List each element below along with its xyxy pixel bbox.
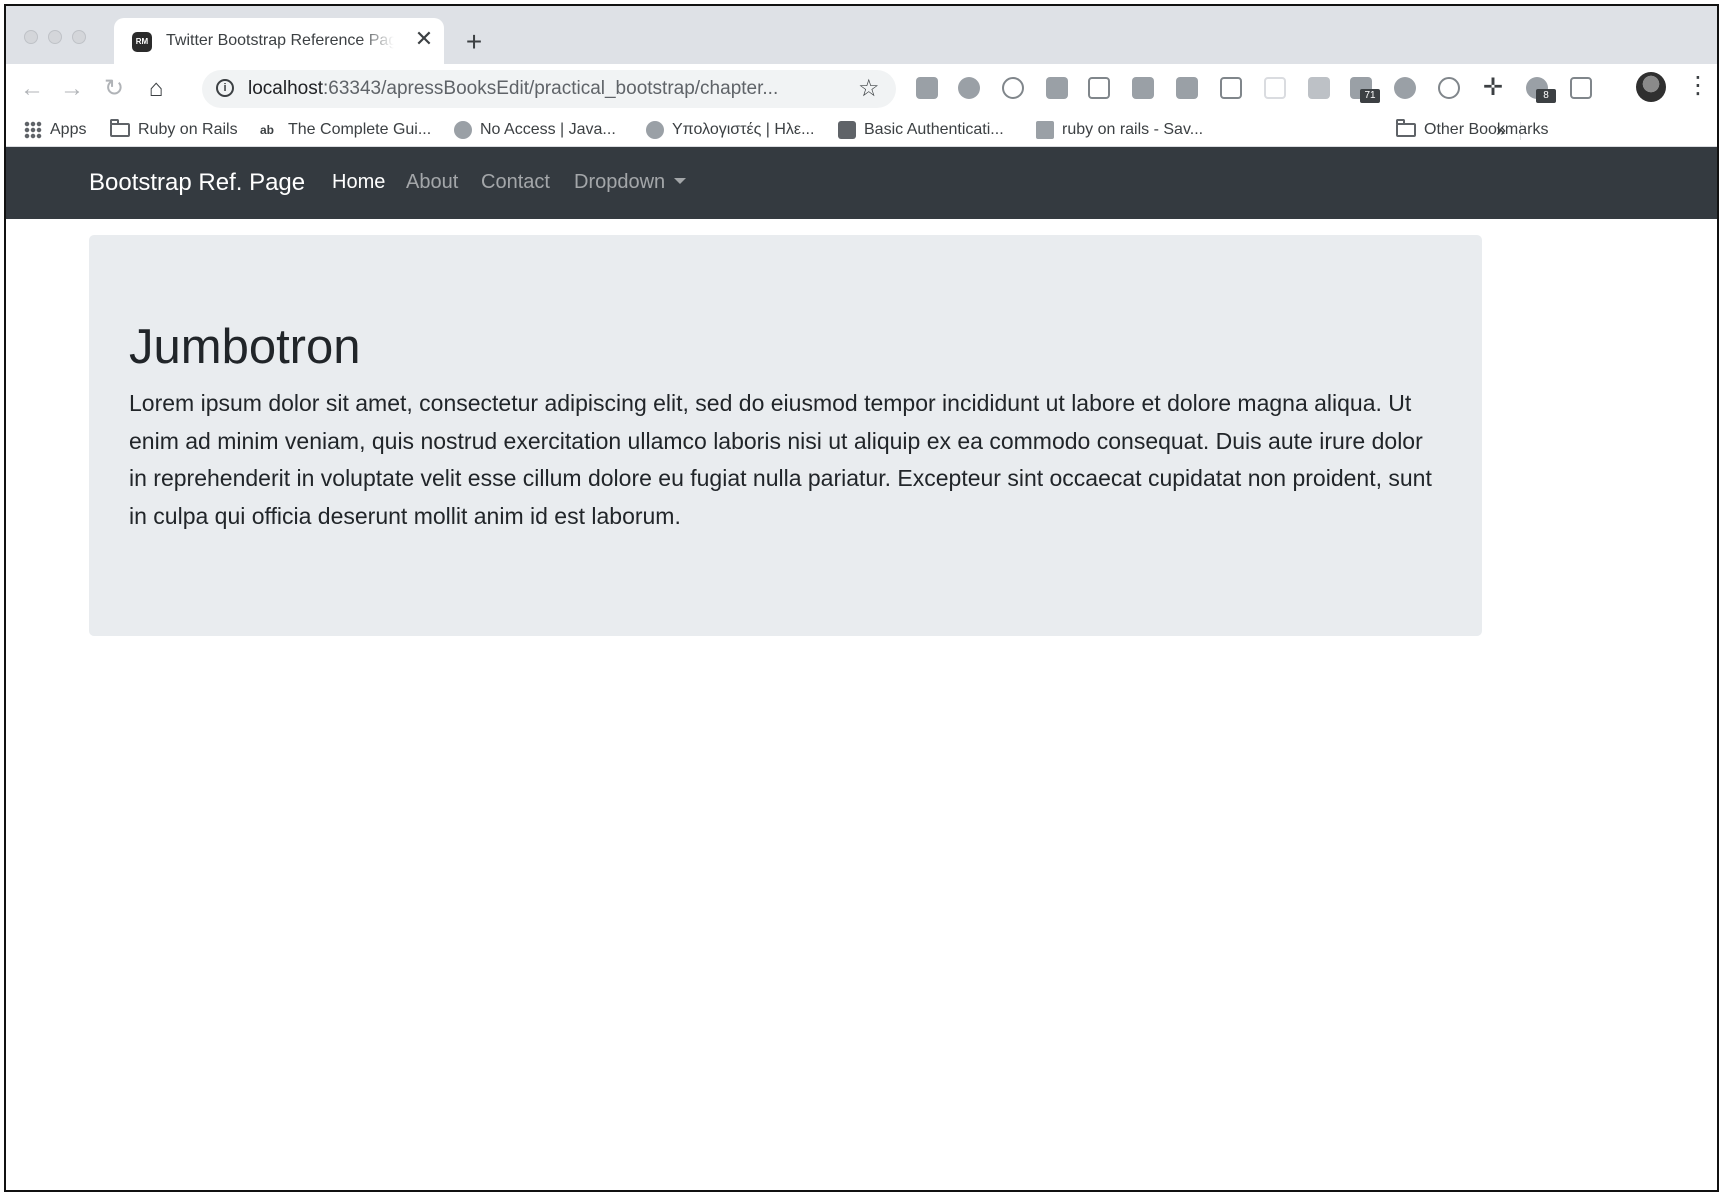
jumbotron: Jumbotron Lorem ipsum dolor sit amet, co…	[89, 235, 1482, 636]
tab-favicon-icon: RM	[132, 32, 152, 52]
jumbotron-text: Lorem ipsum dolor sit amet, consectetur …	[129, 390, 1432, 529]
at-extension-icon[interactable]: 8	[1526, 77, 1556, 103]
menu-kebab-icon[interactable]: ⋮	[1686, 72, 1710, 102]
bookmark-ruby-on-rails-so[interactable]: ruby on rails - Sav...	[1036, 117, 1203, 143]
bookmark-star-icon[interactable]: ☆	[858, 74, 880, 103]
cast-extension-icon[interactable]	[1220, 77, 1242, 99]
browser-window: RM Twitter Bootstrap Reference Page ✕ + …	[4, 4, 1719, 1192]
other-bookmarks-folder[interactable]: Other Bookmarks	[1396, 117, 1548, 143]
folder-icon	[1396, 118, 1416, 137]
browser-toolbar: ← → ↻ ⌂ i localhost:63343/apressBooksEdi…	[6, 64, 1717, 114]
nav-dropdown-toggle[interactable]: Dropdown	[574, 171, 687, 194]
bookmark-no-access[interactable]: No Access | Java...	[454, 117, 616, 143]
eyedropper-extension-icon[interactable]	[916, 77, 938, 99]
window-minimize-dot[interactable]	[48, 30, 62, 44]
blank-extension-icon[interactable]	[1264, 77, 1286, 99]
a-extension-icon[interactable]	[1438, 77, 1460, 99]
window-close-dot[interactable]	[24, 30, 38, 44]
back-arrow-icon[interactable]: ←	[16, 73, 48, 105]
parachute-favicon-icon	[646, 120, 664, 139]
reload-icon[interactable]: ↻	[98, 73, 130, 105]
settings-extension-icon[interactable]	[1088, 77, 1110, 99]
cube-favicon-icon	[838, 120, 856, 139]
address-bar[interactable]: i localhost:63343/apressBooksEdit/practi…	[202, 70, 896, 108]
nav-link-about[interactable]: About	[406, 171, 458, 194]
extension-badge: 71	[1360, 89, 1380, 103]
bookmark-basic-auth[interactable]: Basic Authenticati...	[838, 117, 1004, 143]
profile-avatar[interactable]	[1636, 72, 1666, 102]
url-text[interactable]: localhost:63343/apressBooksEdit/practica…	[248, 78, 808, 100]
home-icon[interactable]: ⌂	[140, 73, 172, 105]
sitemap-extension-icon[interactable]	[958, 77, 980, 99]
bookmarks-bar: Apps Ruby on Rails ab The Complete Gui...…	[6, 114, 1717, 147]
navbar-brand[interactable]: Bootstrap Ref. Page	[89, 169, 305, 197]
site-info-icon[interactable]: i	[216, 79, 234, 97]
window-extension-icon[interactable]	[1570, 77, 1592, 99]
tab-strip: RM Twitter Bootstrap Reference Page ✕ +	[6, 6, 1717, 64]
caret-down-icon	[674, 178, 687, 184]
folder-icon	[110, 118, 130, 137]
extension-badge: 8	[1536, 89, 1556, 103]
camera-extension-icon[interactable]	[1308, 77, 1330, 99]
globe-extension-icon[interactable]	[1394, 77, 1416, 99]
tab-close-icon[interactable]: ✕	[412, 27, 436, 51]
tag-extension-icon[interactable]: 71	[1350, 77, 1380, 103]
lightbulb-extension-icon[interactable]	[1132, 77, 1154, 99]
tab-title: Twitter Bootstrap Reference Page	[166, 32, 394, 49]
site-navbar: Bootstrap Ref. Page Home About Contact D…	[6, 147, 1717, 219]
new-tab-button[interactable]: +	[460, 28, 488, 56]
ab-favicon-icon: ab	[260, 122, 275, 137]
opera-extension-icon[interactable]	[1002, 77, 1024, 99]
stackoverflow-favicon-icon	[1036, 120, 1054, 139]
bookmark-complete-guide[interactable]: ab The Complete Gui...	[260, 117, 431, 143]
bookmark-apps[interactable]: Apps	[24, 117, 86, 143]
window-zoom-dot[interactable]	[72, 30, 86, 44]
nav-link-contact[interactable]: Contact	[481, 171, 550, 194]
move-extension-icon[interactable]: ✛	[1482, 76, 1504, 100]
forward-arrow-icon[interactable]: →	[56, 73, 88, 105]
bug-favicon-icon	[454, 120, 472, 139]
bookmark-ruby-on-rails[interactable]: Ruby on Rails	[110, 117, 238, 143]
c-extension-icon[interactable]	[1046, 77, 1068, 99]
apps-grid-icon	[24, 120, 42, 139]
download-extension-icon[interactable]	[1176, 77, 1198, 99]
browser-tab[interactable]: RM Twitter Bootstrap Reference Page ✕	[114, 18, 444, 64]
nav-link-home[interactable]: Home	[332, 171, 385, 194]
jumbotron-heading: Jumbotron	[129, 320, 361, 374]
bookmark-ypologistes[interactable]: Υπολογιστές | Ηλε...	[646, 117, 814, 143]
